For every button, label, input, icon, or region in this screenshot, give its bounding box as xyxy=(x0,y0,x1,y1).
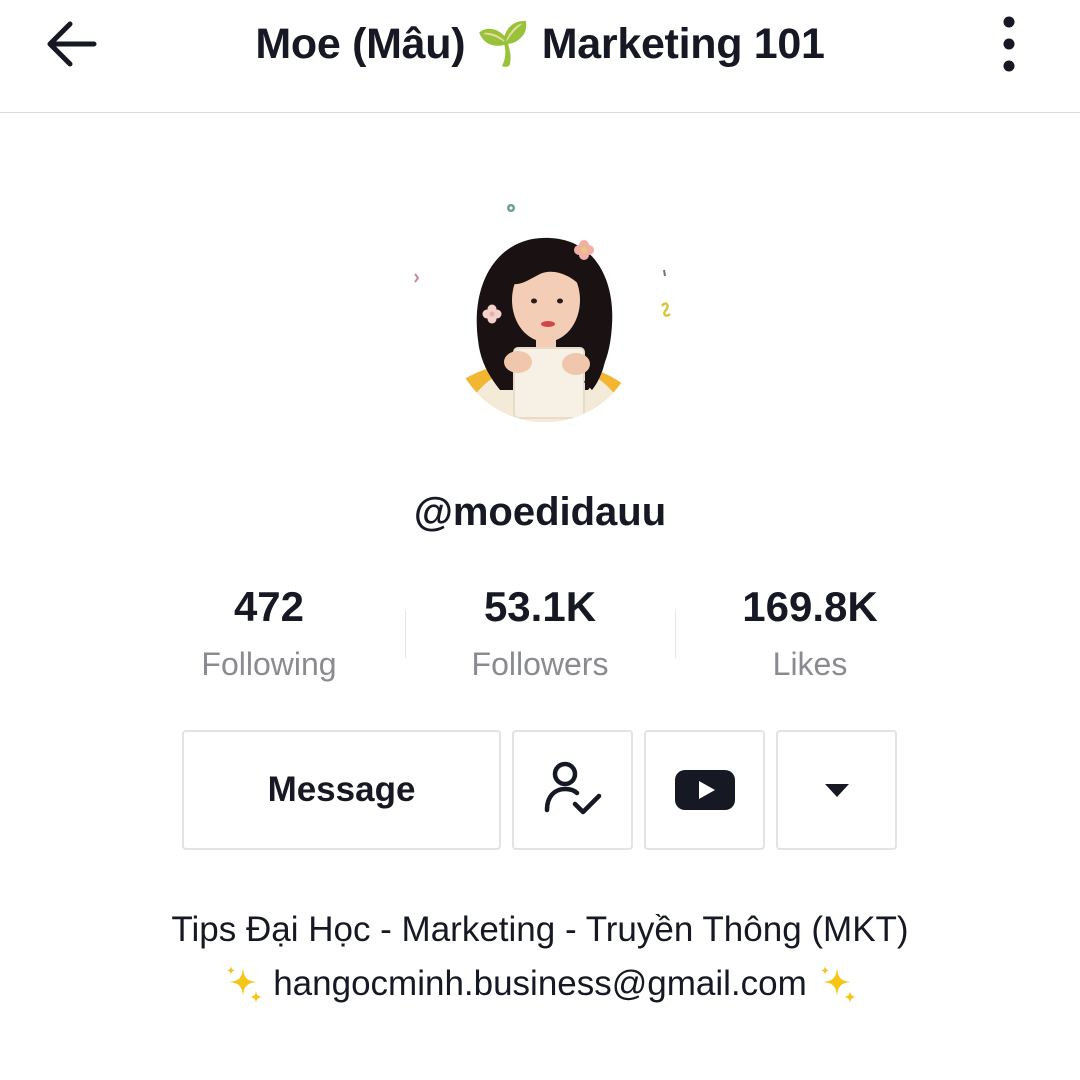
back-button[interactable] xyxy=(40,12,104,76)
avatar-illustration xyxy=(414,204,671,422)
youtube-icon xyxy=(674,770,735,810)
profile-avatar[interactable] xyxy=(400,190,680,430)
message-button[interactable]: Message xyxy=(182,730,501,850)
following-count: 472 xyxy=(233,583,305,630)
top-bar: Moe (Mâu) 🌱 Marketing 101 xyxy=(0,0,1080,113)
vertical-dots-icon xyxy=(1003,16,1015,72)
message-button-label: Message xyxy=(267,770,416,809)
sparkles-icon xyxy=(820,965,856,1003)
page-title: Moe (Mâu) 🌱 Marketing 101 xyxy=(255,20,825,68)
stat-followers[interactable]: 53.1K Followers xyxy=(405,578,675,698)
profile-stats: 472 Following 53.1K Followers 169.8K Lik… xyxy=(134,578,946,698)
following-label: Following xyxy=(201,646,337,682)
likes-label: Likes xyxy=(772,646,848,682)
followers-label: Followers xyxy=(471,646,609,682)
following-status-button[interactable] xyxy=(512,730,633,850)
more-actions-dropdown[interactable] xyxy=(776,730,897,850)
sparkles-icon xyxy=(227,965,263,1003)
bio-line-2: hangocminh.business@gmail.com xyxy=(90,956,990,1008)
contact-email[interactable]: hangocminh.business@gmail.com xyxy=(273,964,807,1003)
bio-line-1: Tips Đại Học - Marketing - Truyền Thông … xyxy=(171,910,909,949)
arrow-left-icon xyxy=(47,21,97,67)
youtube-link-button[interactable] xyxy=(644,730,765,850)
more-options-button[interactable] xyxy=(984,12,1034,76)
user-check-icon xyxy=(544,761,601,815)
stat-following[interactable]: 472 Following xyxy=(134,578,404,698)
likes-count: 169.8K xyxy=(742,583,878,630)
username-handle: @moedidauu xyxy=(413,490,667,534)
followers-count: 53.1K xyxy=(483,583,597,630)
caret-down-icon xyxy=(824,784,849,797)
stat-likes[interactable]: 169.8K Likes xyxy=(675,578,945,698)
flower-sticker xyxy=(507,204,515,212)
profile-bio: Tips Đại Học - Marketing - Truyền Thông … xyxy=(90,904,990,1008)
